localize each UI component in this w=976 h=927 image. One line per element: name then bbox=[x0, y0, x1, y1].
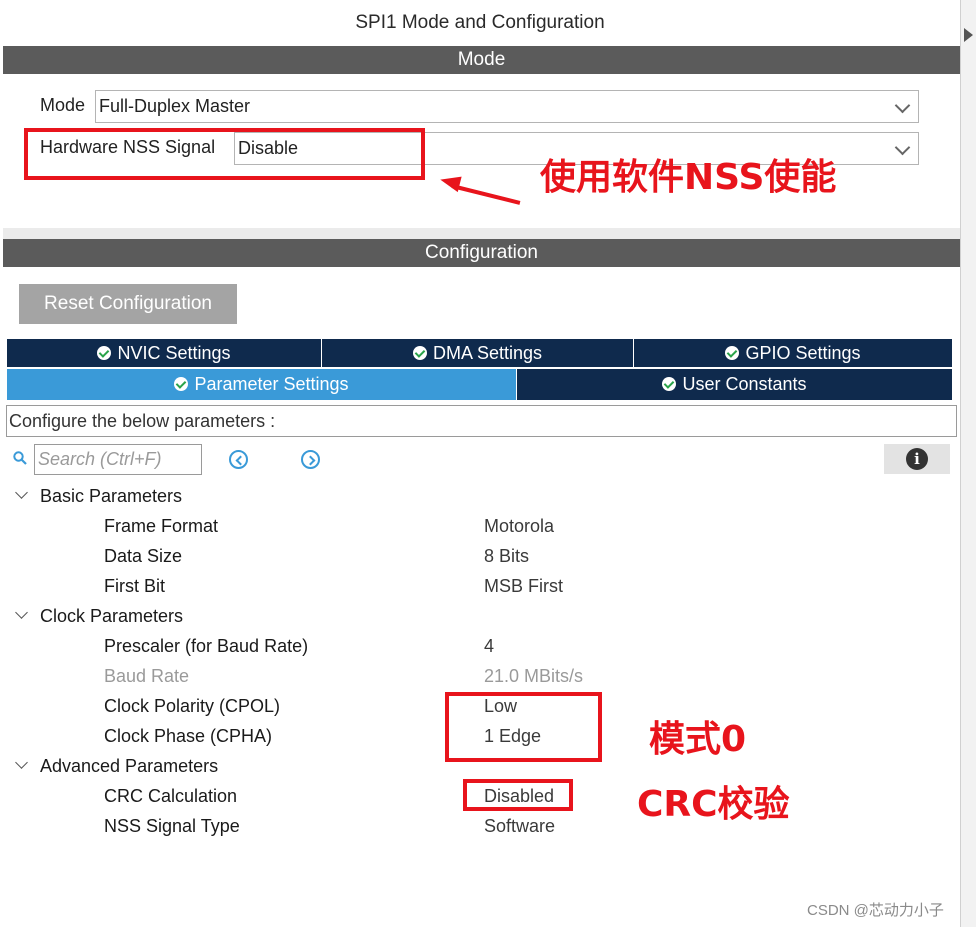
check-circle-icon bbox=[412, 346, 427, 360]
tab-label: Parameter Settings bbox=[194, 374, 349, 394]
param-value-baud-rate: 21.0 MBits/s bbox=[484, 666, 584, 686]
param-value-data-size[interactable]: 8 Bits bbox=[484, 546, 529, 567]
param-name-prescaler: Prescaler (for Baud Rate) bbox=[104, 636, 309, 656]
tab-gpio-settings[interactable]: GPIO Settings bbox=[634, 339, 953, 367]
mode-section-header: Mode bbox=[3, 46, 960, 74]
tab-label: GPIO Settings bbox=[745, 343, 861, 363]
tab-label: User Constants bbox=[682, 374, 807, 394]
param-value-nss-signal-type[interactable]: Software bbox=[484, 816, 555, 837]
info-button[interactable]: i bbox=[884, 444, 950, 474]
annotation-crc-note: CRC校验 bbox=[637, 784, 790, 825]
search-input[interactable]: Search (Ctrl+F) bbox=[34, 444, 202, 475]
annotation-box-mode bbox=[445, 692, 602, 762]
chevron-down-icon bbox=[894, 97, 911, 114]
tab-user-constants[interactable]: User Constants bbox=[517, 369, 953, 400]
param-value-first-bit[interactable]: MSB First bbox=[484, 576, 563, 597]
tab-dma-settings[interactable]: DMA Settings bbox=[322, 339, 634, 367]
group-clock-parameters[interactable]: Clock Parameters bbox=[40, 606, 183, 627]
check-circle-icon bbox=[662, 377, 677, 391]
window-title: SPI1 Mode and Configuration bbox=[355, 12, 605, 33]
annotation-box-crc bbox=[463, 779, 573, 811]
check-circle-icon bbox=[725, 346, 740, 360]
mode-select-value: Full-Duplex Master bbox=[99, 96, 251, 116]
mode-label: Mode bbox=[40, 95, 86, 115]
annotation-nss-note: 使用软件NSS使能 bbox=[540, 157, 837, 198]
previous-match-icon[interactable] bbox=[229, 450, 248, 469]
annotation-box-nss bbox=[24, 128, 425, 180]
watermark: CSDN @芯动力小子 bbox=[807, 902, 944, 919]
param-name-baud-rate: Baud Rate bbox=[104, 666, 190, 686]
group-advanced-parameters[interactable]: Advanced Parameters bbox=[40, 756, 218, 777]
param-name-data-size: Data Size bbox=[104, 546, 183, 566]
check-circle-icon bbox=[97, 346, 112, 360]
param-value-frame-format[interactable]: Motorola bbox=[484, 516, 554, 537]
chevron-down-icon[interactable] bbox=[15, 606, 28, 619]
chevron-down-icon[interactable] bbox=[15, 486, 28, 499]
collapse-arrow-icon[interactable] bbox=[964, 28, 973, 42]
param-name-cpol: Clock Polarity (CPOL) bbox=[104, 696, 281, 716]
param-value-prescaler[interactable]: 4 bbox=[484, 636, 494, 657]
reset-configuration-button[interactable]: Reset Configuration bbox=[19, 284, 237, 324]
param-name-cpha: Clock Phase (CPHA) bbox=[104, 726, 273, 746]
group-basic-parameters[interactable]: Basic Parameters bbox=[40, 486, 182, 507]
tab-label: NVIC Settings bbox=[117, 343, 231, 363]
annotation-mode-note: 模式0 bbox=[649, 719, 747, 760]
tab-parameter-settings[interactable]: Parameter Settings bbox=[7, 369, 517, 400]
configuration-section-header: Configuration bbox=[3, 239, 960, 267]
check-circle-icon bbox=[174, 377, 189, 391]
chevron-down-icon bbox=[894, 139, 911, 156]
search-icon bbox=[13, 451, 27, 465]
param-name-frame-format: Frame Format bbox=[104, 516, 219, 536]
param-name-first-bit: First Bit bbox=[104, 576, 165, 596]
param-name-nss-signal-type: NSS Signal Type bbox=[104, 816, 240, 836]
tab-nvic-settings[interactable]: NVIC Settings bbox=[7, 339, 322, 367]
window-edge-strip bbox=[960, 0, 976, 927]
configure-hint: Configure the below parameters : bbox=[6, 405, 957, 437]
section-divider bbox=[3, 228, 960, 239]
param-name-crc-calculation: CRC Calculation bbox=[104, 786, 238, 806]
next-match-icon[interactable] bbox=[301, 450, 320, 469]
mode-select[interactable]: Full-Duplex Master bbox=[95, 90, 919, 123]
tab-label: DMA Settings bbox=[432, 343, 543, 363]
chevron-down-icon[interactable] bbox=[15, 756, 28, 769]
info-icon: i bbox=[906, 448, 928, 470]
